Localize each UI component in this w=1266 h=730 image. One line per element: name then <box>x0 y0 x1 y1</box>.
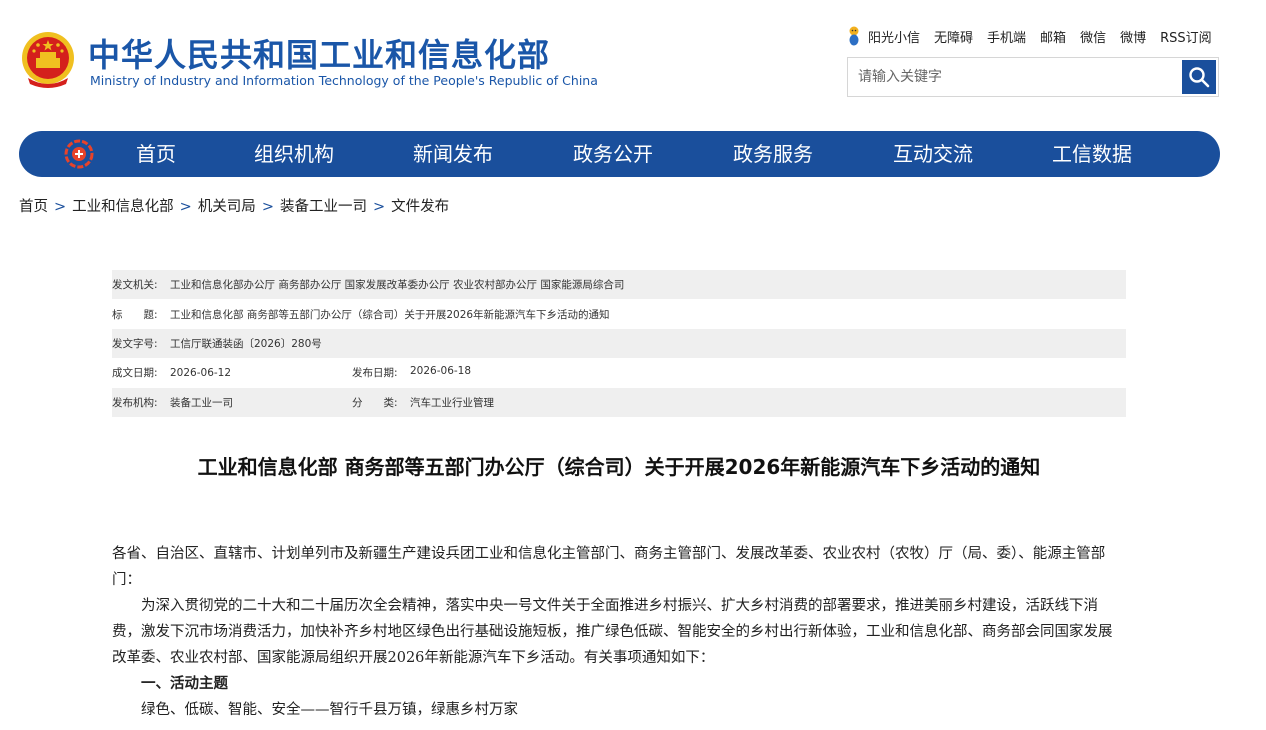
breadcrumb-departments[interactable]: 机关司局 <box>198 199 256 215</box>
meta-label: 分 类: <box>352 396 398 409</box>
top-link-mobile[interactable]: 手机端 <box>987 27 1026 46</box>
breadcrumb-separator: > <box>372 199 386 215</box>
top-utility-links: 阳光小信 无障碍 手机端 邮箱 微信 微博 RSS订阅 <box>846 25 1212 47</box>
site-title-en[interactable]: Ministry of Industry and Information Tec… <box>90 73 598 88</box>
breadcrumb-miit[interactable]: 工业和信息化部 <box>72 199 174 215</box>
meta-created-date: 2026-06-12 <box>170 366 232 379</box>
document-meta-table: 发文机关: 工业和信息化部办公厅 商务部办公厅 国家发展改革委办公厅 农业农村部… <box>112 270 1126 417</box>
meta-col2: 分 类: 汽车工业行业管理 <box>352 395 494 410</box>
search-icon <box>1189 67 1210 88</box>
meta-row-dates: 成文日期: 2026-06-12 发布日期: 2026-06-18 <box>112 358 1126 387</box>
meta-title: 工业和信息化部 商务部等五部门办公厅（综合司）关于开展2026年新能源汽车下乡活… <box>170 308 610 321</box>
meta-org: 装备工业一司 <box>170 396 233 409</box>
sunshine-mascot-icon[interactable] <box>846 25 862 47</box>
main-nav: 首页 组织机构 新闻发布 政务公开 政务服务 互动交流 工信数据 <box>19 131 1220 177</box>
nav-item-news[interactable]: 新闻发布 <box>413 131 493 177</box>
document-body: 各省、自治区、直辖市、计划单列市及新疆生产建设兵团工业和信息化主管部门、商务主管… <box>112 541 1126 723</box>
meta-label: 发布机构: <box>112 396 158 409</box>
breadcrumb-equipment-dept[interactable]: 装备工业一司 <box>280 199 367 215</box>
nav-item-home[interactable]: 首页 <box>136 131 176 177</box>
top-link-wechat[interactable]: 微信 <box>1080 27 1106 46</box>
doc-paragraph: 为深入贯彻党的二十大和二十届历次全会精神，落实中央一号文件关于全面推进乡村振兴、… <box>112 598 1113 666</box>
doc-section-heading: 一、活动主题 <box>141 675 228 692</box>
meta-label: 发文机关: <box>112 279 158 292</box>
top-link-accessibility[interactable]: 无障碍 <box>934 27 973 46</box>
meta-docno: 工信厅联通装函〔2026〕280号 <box>170 337 322 350</box>
meta-label: 成文日期: <box>112 367 158 380</box>
meta-row-issuer: 发文机关: 工业和信息化部办公厅 商务部办公厅 国家发展改革委办公厅 农业农村部… <box>112 270 1126 300</box>
top-link-sunshine[interactable]: 阳光小信 <box>868 27 920 46</box>
meta-issuer: 工业和信息化部办公厅 商务部办公厅 国家发展改革委办公厅 农业农村部办公厅 国家… <box>170 279 625 292</box>
nav-item-gov-affairs[interactable]: 政务公开 <box>573 131 653 177</box>
breadcrumb-separator: > <box>179 199 192 215</box>
meta-label: 标 题: <box>112 308 158 321</box>
top-link-rss[interactable]: RSS订阅 <box>1160 27 1212 46</box>
nav-item-gov-services[interactable]: 政务服务 <box>733 131 813 177</box>
breadcrumb-documents[interactable]: 文件发布 <box>391 199 449 215</box>
top-link-weibo[interactable]: 微博 <box>1120 27 1146 46</box>
national-emblem-icon[interactable] <box>20 30 76 90</box>
meta-row-title: 标 题: 工业和信息化部 商务部等五部门办公厅（综合司）关于开展2026年新能源… <box>112 299 1126 328</box>
meta-row-docno: 发文字号: 工信厅联通装函〔2026〕280号 <box>112 328 1126 359</box>
search-button[interactable] <box>1182 60 1216 94</box>
meta-label: 发文字号: <box>112 337 158 350</box>
top-link-mailbox[interactable]: 邮箱 <box>1040 27 1066 46</box>
meta-col2: 发布日期: 2026-06-18 <box>352 365 471 380</box>
breadcrumb-home[interactable]: 首页 <box>19 199 48 215</box>
meta-label: 发布日期: <box>352 367 398 380</box>
meta-row-org: 发布机构: 装备工业一司 分 类: 汽车工业行业管理 <box>112 387 1126 417</box>
meta-published-date: 2026-06-18 <box>410 365 472 378</box>
breadcrumb-separator: > <box>261 199 274 215</box>
search-input[interactable] <box>848 58 1182 96</box>
meta-category: 汽车工业行业管理 <box>410 396 494 409</box>
nav-item-organization[interactable]: 组织机构 <box>254 131 334 177</box>
breadcrumb: 首页 > 工业和信息化部 > 机关司局 > 装备工业一司 > 文件发布 <box>19 195 449 216</box>
doc-salutation: 各省、自治区、直辖市、计划单列市及新疆生产建设兵团工业和信息化主管部门、商务主管… <box>112 546 1106 588</box>
search-box <box>847 57 1219 97</box>
miit-logo-icon[interactable] <box>63 138 95 170</box>
site-header: 中华人民共和国工业和信息化部 Ministry of Industry and … <box>0 0 1266 120</box>
document-title: 工业和信息化部 商务部等五部门办公厅（综合司）关于开展2026年新能源汽车下乡活… <box>197 455 1041 479</box>
doc-section-text: 绿色、低碳、智能、安全——智行千县万镇，绿惠乡村万家 <box>141 702 518 718</box>
nav-item-data[interactable]: 工信数据 <box>1052 131 1132 177</box>
breadcrumb-separator: > <box>54 199 67 215</box>
site-title-cn[interactable]: 中华人民共和国工业和信息化部 <box>88 30 550 76</box>
nav-item-interaction[interactable]: 互动交流 <box>893 131 973 177</box>
